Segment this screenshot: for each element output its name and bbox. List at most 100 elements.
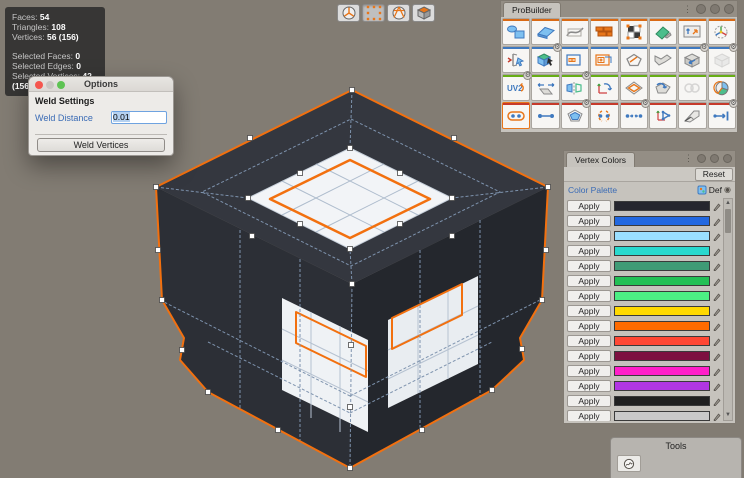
set-pivot-button[interactable] — [649, 102, 677, 129]
eyedropper-icon[interactable] — [713, 381, 721, 391]
mirror-objects-button[interactable]: ⚙ — [561, 74, 589, 101]
apply-color-button[interactable]: Apply — [567, 230, 611, 242]
vertex-handle[interactable] — [349, 343, 354, 348]
window-control-icon[interactable] — [710, 154, 719, 163]
weld-vertices-button[interactable]: Weld Vertices — [37, 138, 165, 152]
export-object-button[interactable] — [531, 74, 559, 101]
apply-color-button[interactable]: Apply — [567, 215, 611, 227]
eyedropper-icon[interactable] — [713, 276, 721, 286]
vertex-handle[interactable] — [350, 88, 355, 93]
smoothing-editor-button[interactable] — [649, 18, 677, 45]
eyedropper-icon[interactable] — [713, 411, 721, 421]
color-swatch-purple[interactable] — [614, 381, 710, 391]
probuilder-tab[interactable]: ProBuilder — [503, 2, 561, 17]
window-control-icon[interactable] — [723, 154, 732, 163]
progrids-button[interactable] — [708, 18, 736, 45]
snap-tool-button[interactable] — [617, 455, 641, 472]
eyedropper-icon[interactable] — [713, 231, 721, 241]
eyedropper-icon[interactable] — [713, 321, 721, 331]
apply-color-button[interactable]: Apply — [567, 200, 611, 212]
color-swatch-spring-green[interactable] — [614, 291, 710, 301]
vertex-handle[interactable] — [450, 196, 455, 201]
window-control-icon[interactable] — [710, 4, 720, 14]
offset-elements-button[interactable]: ⚙ — [708, 102, 736, 129]
palette-scrollbar[interactable]: ▲ ▼ — [723, 198, 733, 421]
weld-distance-input[interactable]: 0.01 — [111, 111, 167, 124]
vertex-handle[interactable] — [348, 466, 353, 471]
apply-color-button[interactable]: Apply — [567, 350, 611, 362]
zoom-window-button[interactable] — [57, 81, 65, 89]
new-bezier-shape-button[interactable] — [561, 18, 589, 45]
conform-normals-button[interactable] — [649, 74, 677, 101]
new-poly-shape-button[interactable] — [531, 18, 559, 45]
close-window-button[interactable] — [35, 81, 43, 89]
uv-editor-button[interactable] — [620, 18, 648, 45]
vertex-handle[interactable] — [452, 136, 457, 141]
vertex-handle[interactable] — [450, 234, 455, 239]
vertex-handle[interactable] — [544, 248, 549, 253]
scroll-up-icon[interactable]: ▲ — [724, 199, 732, 208]
vertex-handle[interactable] — [540, 298, 545, 303]
eyedropper-icon[interactable] — [713, 216, 721, 226]
color-swatch-red[interactable] — [614, 336, 710, 346]
vertex-handle[interactable] — [520, 347, 525, 352]
drag-select-mode-button[interactable]: ⚙ — [531, 46, 559, 73]
apply-color-button[interactable]: Apply — [567, 260, 611, 272]
vertex-handle[interactable] — [298, 222, 303, 227]
apply-color-button[interactable]: Apply — [567, 290, 611, 302]
grow-selection-button[interactable] — [590, 46, 618, 73]
color-swatch-black[interactable] — [614, 396, 710, 406]
triangulate-object-button[interactable] — [620, 74, 648, 101]
color-swatch-green[interactable] — [614, 276, 710, 286]
vertex-positions-button[interactable] — [678, 18, 706, 45]
apply-color-button[interactable]: Apply — [567, 305, 611, 317]
color-swatch-light-gray[interactable] — [614, 411, 710, 421]
color-swatch-cyan[interactable] — [614, 246, 710, 256]
lightmap-uvs-button[interactable]: UV2⚙ — [502, 74, 530, 101]
vertex-handle[interactable] — [276, 428, 281, 433]
apply-color-button[interactable]: Apply — [567, 365, 611, 377]
connect-vertices-button[interactable] — [531, 102, 559, 129]
probuilder-cube-mesh[interactable] — [154, 88, 551, 471]
scrollbar-thumb[interactable] — [725, 209, 731, 233]
vertex-handle[interactable] — [348, 247, 353, 252]
color-swatch-sky-blue[interactable] — [614, 231, 710, 241]
apply-color-button[interactable]: Apply — [567, 395, 611, 407]
vertex-colors-tab[interactable]: Vertex Colors — [566, 152, 635, 167]
select-by-material-button[interactable]: ⚙ — [678, 46, 706, 73]
split-vertices-button[interactable] — [590, 102, 618, 129]
shrink-selection-button[interactable] — [561, 46, 589, 73]
material-editor-button[interactable] — [590, 18, 618, 45]
scroll-down-icon[interactable]: ▼ — [724, 411, 732, 420]
vertex-handle[interactable] — [398, 171, 403, 176]
vertex-handle[interactable] — [546, 185, 551, 190]
reset-button[interactable]: Reset — [695, 168, 733, 181]
window-control-icon[interactable] — [696, 4, 706, 14]
gear-options-icon[interactable]: ⚙ — [729, 99, 738, 108]
eyedropper-icon[interactable] — [713, 201, 721, 211]
vertex-handle[interactable] — [154, 185, 159, 190]
object-mode-button[interactable] — [337, 4, 360, 22]
apply-color-button[interactable]: Apply — [567, 335, 611, 347]
vertex-handle[interactable] — [206, 390, 211, 395]
apply-color-button[interactable]: Apply — [567, 320, 611, 332]
apply-color-button[interactable]: Apply — [567, 410, 611, 422]
palette-object-field[interactable]: Def — [709, 185, 722, 195]
edge-mode-button[interactable] — [387, 4, 410, 22]
fill-hole-button[interactable]: ⚙ — [561, 102, 589, 129]
select-hole-button[interactable] — [649, 46, 677, 73]
probuilderize-button[interactable] — [708, 74, 736, 101]
eyedropper-icon[interactable] — [713, 246, 721, 256]
eyedropper-icon[interactable] — [713, 396, 721, 406]
window-control-icon[interactable] — [697, 154, 706, 163]
eyedropper-icon[interactable] — [713, 306, 721, 316]
collapse-vertices-button[interactable]: ⚙ — [620, 102, 648, 129]
apply-color-button[interactable]: Apply — [567, 380, 611, 392]
minimize-window-button[interactable] — [46, 81, 54, 89]
eyedropper-icon[interactable] — [713, 351, 721, 361]
face-mode-button[interactable] — [412, 4, 435, 22]
window-menu-icon[interactable]: ⋮ — [683, 5, 692, 14]
vertex-handle[interactable] — [348, 405, 353, 410]
vertex-handle[interactable] — [348, 146, 353, 151]
vertex-mode-button[interactable] — [362, 4, 385, 22]
